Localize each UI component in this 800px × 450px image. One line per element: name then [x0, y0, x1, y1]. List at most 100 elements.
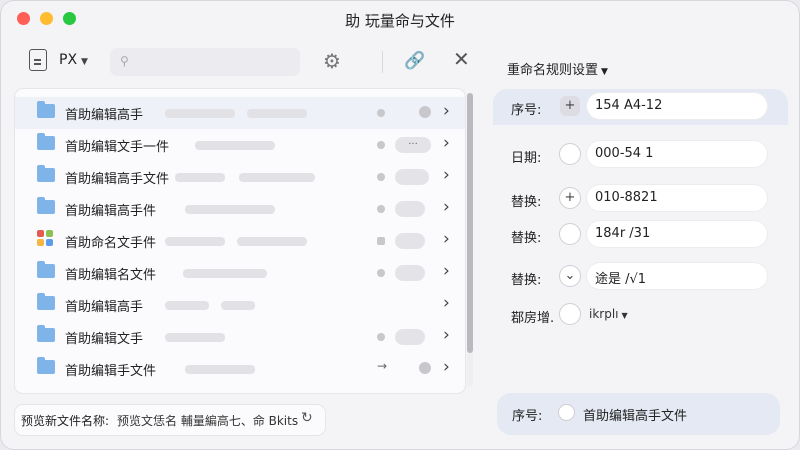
file-list-scrollbar[interactable] [467, 93, 473, 387]
folder-icon [37, 261, 55, 278]
file-name: 首助编辑高手文件 [65, 172, 170, 187]
status-badge [395, 169, 429, 185]
rule-row-date: 日期: 000-54 1 [493, 137, 788, 173]
chevron-right-icon[interactable]: › [443, 229, 450, 249]
blurred-meta [165, 109, 235, 118]
favorite-icon[interactable] [419, 106, 431, 118]
rule-row-sequence: 序号: + 154 A4-12 [493, 89, 788, 125]
title-bar: 助 玩量命与文件 [0, 0, 800, 40]
table-row[interactable]: 首助编辑高手 › [15, 97, 465, 129]
file-list: 首助编辑高手 › 首助编辑文手一件 ··· › 首助编辑高手文件 › 首助编辑高… [15, 89, 465, 393]
favorite-icon[interactable] [419, 362, 431, 374]
chevron-right-icon[interactable]: › [443, 101, 450, 121]
more-badge[interactable]: ··· [395, 137, 431, 153]
link-icon[interactable]: 🔗 [404, 51, 425, 71]
status-dot [377, 173, 385, 181]
chevron-down-icon: ▼ [621, 311, 628, 320]
rule-value-field[interactable]: 途是 /√1 [587, 263, 767, 289]
status-dot [377, 141, 385, 149]
rule-label: 日期: [511, 151, 542, 166]
rules-header[interactable]: 重命名规则设置 ▼ [507, 59, 608, 78]
rule-select[interactable]: ikrplı ▼ [589, 307, 628, 321]
file-name: 首助编辑名文件 [65, 268, 157, 283]
rule-radio[interactable] [560, 144, 580, 164]
file-name: 首助命名文手件 [65, 236, 157, 251]
file-name: 首助编辑高手件 [65, 204, 157, 219]
status-dot [377, 237, 385, 245]
folder-icon [37, 357, 55, 374]
chevron-right-icon[interactable]: › [443, 133, 450, 153]
table-row[interactable]: 首助编辑文手一件 ··· › [15, 129, 465, 161]
arrow-right-icon: → [377, 359, 388, 373]
add-rule-button[interactable]: + [560, 188, 580, 208]
rule-label: 替换: [511, 273, 542, 288]
table-row[interactable]: 首助命名文手件 › [15, 225, 465, 257]
rule-row-extra: 鄀房增. ikrplı ▼ [493, 297, 788, 333]
table-row[interactable]: 首助编辑高手件 › [15, 193, 465, 225]
blurred-meta [221, 301, 255, 310]
rule-value-field[interactable]: 184r /31 [587, 221, 767, 247]
blurred-meta [165, 333, 225, 342]
chevron-down-icon[interactable]: ⌄ [560, 266, 580, 286]
rule-radio[interactable] [560, 304, 580, 324]
close-icon[interactable]: ✕ [453, 49, 470, 69]
rule-value: 010-8821 [595, 190, 658, 205]
blurred-meta [185, 365, 255, 374]
blurred-meta [175, 173, 225, 182]
file-name: 首助编辑高手 [65, 108, 144, 123]
rule-radio[interactable] [560, 224, 580, 244]
chevron-right-icon[interactable]: › [443, 261, 450, 281]
result-radio[interactable] [559, 405, 574, 420]
table-row[interactable]: 首助编辑高手 › [15, 289, 465, 321]
blurred-meta [195, 141, 275, 150]
chevron-down-icon: ▼ [601, 67, 608, 77]
rule-value-field[interactable]: 000-54 1 [587, 141, 767, 167]
blurred-meta [239, 173, 315, 182]
status-badge [395, 233, 425, 249]
rule-row-replace: 替换: ⌄ 途是 /√1 [493, 259, 788, 295]
result-label: 序号: [512, 409, 543, 424]
rule-select-value: ikrplı [589, 307, 619, 321]
rule-label: 鄀房增. [511, 311, 555, 326]
folder-icon [37, 133, 55, 150]
format-select[interactable]: PX ▼ [59, 52, 88, 68]
rule-value: 途是 /√1 [595, 272, 647, 287]
add-rule-button[interactable]: + [560, 96, 580, 116]
rule-value-field[interactable]: 154 A4-12 [587, 93, 767, 119]
file-toolbar: PX ▼ ⚲ ⚙ 🔗 ✕ [15, 45, 483, 81]
table-row[interactable]: 首助编辑高手文件 › [15, 161, 465, 193]
rule-value: 000-54 1 [595, 146, 654, 161]
chevron-right-icon[interactable]: › [443, 325, 450, 345]
folder-icon [37, 325, 55, 342]
scrollbar-thumb[interactable] [467, 93, 473, 353]
result-value: 首助编辑高手文件 [583, 409, 688, 424]
blurred-meta [165, 301, 209, 310]
toolbar-divider [382, 51, 383, 73]
status-badge [395, 201, 425, 217]
rules-header-label: 重命名规则设置 [507, 63, 599, 78]
rule-value-field[interactable]: 010-8821 [587, 185, 767, 211]
table-row[interactable]: 首助编辑文手 › [15, 321, 465, 353]
chevron-right-icon[interactable]: › [443, 165, 450, 185]
status-badge [395, 329, 425, 345]
folder-icon [37, 293, 55, 310]
rule-value: 184r /31 [595, 226, 651, 241]
table-row[interactable]: 首助编辑手文件 → › [15, 353, 465, 385]
search-input[interactable]: ⚲ [110, 48, 300, 76]
refresh-icon[interactable]: ↻ [301, 410, 313, 426]
status-dot [377, 109, 385, 117]
gear-icon[interactable]: ⚙ [323, 51, 341, 71]
table-row[interactable]: 首助编辑名文件 › [15, 257, 465, 289]
chevron-right-icon[interactable]: › [443, 357, 450, 377]
rule-label: 替换: [511, 195, 542, 210]
rule-row-replace: 替换: 184r /31 [493, 217, 788, 253]
chevron-right-icon[interactable]: › [443, 197, 450, 217]
preview-bar: 预览新文件名称: 预览文恁名 輔量編高七、命 Bkits ↻ [15, 405, 325, 435]
rule-label: 序号: [511, 103, 542, 118]
status-dot [377, 333, 385, 341]
blurred-meta [183, 269, 267, 278]
rule-value: 154 A4-12 [595, 98, 663, 113]
folder-icon [37, 197, 55, 214]
chevron-right-icon[interactable]: › [443, 293, 450, 313]
result-bar: 序号: 首助编辑高手文件 [497, 393, 780, 435]
